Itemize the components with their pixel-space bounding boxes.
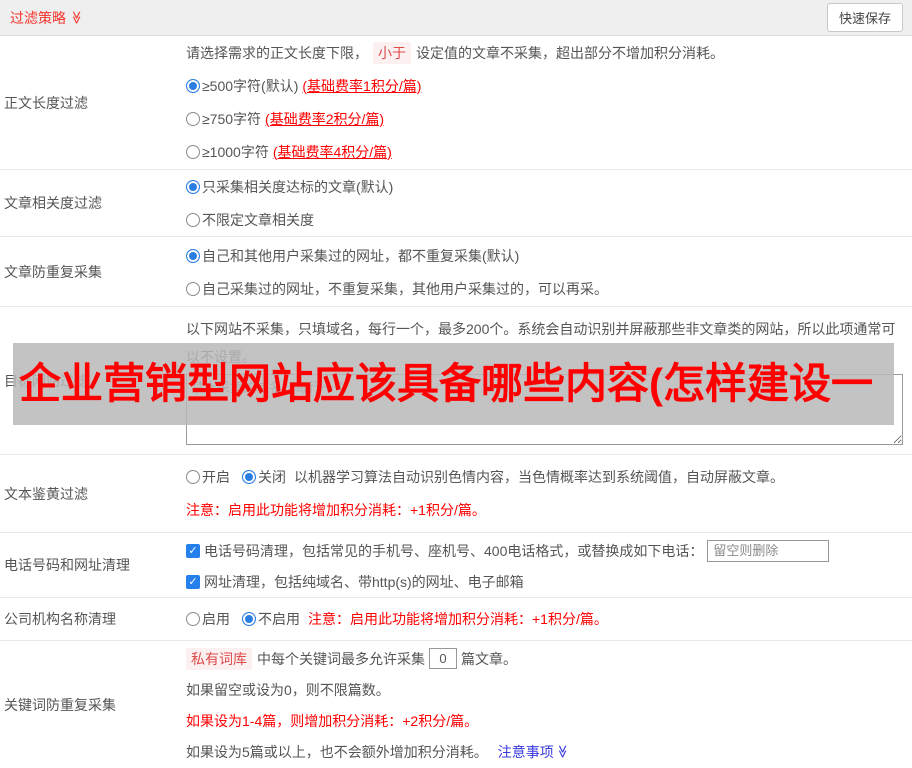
row-phone-url-clean: 电话号码和网址清理 ✓ 电话号码清理，包括常见的手机号、座机号、400电话格式，…	[0, 533, 912, 598]
radio-option-all-users[interactable]: 自己和其他用户采集过的网址，都不重复采集(默认)	[186, 239, 906, 272]
porn-filter-note: 注意：启用此功能将增加积分消耗：+1积分/篇。	[186, 501, 486, 518]
url-clean-checkbox[interactable]: ✓	[186, 574, 200, 589]
radio-label-off: 关闭	[258, 468, 286, 485]
radio-label: ≥1000字符	[202, 143, 269, 160]
row-body-length-filter: 正文长度过滤 请选择需求的正文长度下限， 小于 设定值的文章不采集，超出部分不增…	[0, 36, 912, 170]
row-label: 公司机构名称清理	[4, 611, 116, 627]
notes-link[interactable]: 注意事项 ≫	[498, 742, 570, 762]
radio-option-no-limit[interactable]: 不限定文章相关度	[186, 203, 906, 236]
radio-option-self-only[interactable]: 自己采集过的网址，不重复采集，其他用户采集过的，可以再采。	[186, 272, 906, 305]
chevron-down-icon: ≫	[555, 744, 571, 759]
keyword-count-input[interactable]	[429, 648, 457, 669]
row-content: 请选择需求的正文长度下限， 小于 设定值的文章不采集，超出部分不增加积分消耗。 …	[186, 36, 912, 169]
desc-text: 请选择需求的正文长度下限，	[186, 44, 368, 61]
keyword-note-five-text: 如果设为5篇或以上，也不会额外增加积分消耗。	[186, 743, 488, 760]
keyword-limit-text: 中每个关键词最多允许采集	[257, 650, 425, 667]
page-title-label: 过滤策略	[10, 9, 66, 26]
fee-note: (基础费率1积分/篇)	[302, 77, 422, 94]
radio-icon[interactable]	[242, 469, 256, 484]
row-content: 启用 不启用 注意：启用此功能将增加积分消耗：+1积分/篇。	[186, 598, 912, 640]
less-than-badge: 小于	[373, 41, 411, 64]
row-label: 文本鉴黄过滤	[4, 485, 88, 502]
radio-label: 只采集相关度达标的文章(默认)	[202, 178, 394, 195]
keyword-limit-line: 私有词库 中每个关键词最多允许采集 篇文章。	[186, 643, 906, 674]
radio-label: ≥750字符	[202, 110, 262, 127]
radio-icon[interactable]	[186, 78, 200, 93]
keyword-note-fee: 如果设为1-4篇，则增加积分消耗：+2积分/篇。	[186, 712, 479, 729]
filter-strategy-page: 过滤策略 ≫ 快速保存 正文长度过滤 请选择需求的正文长度下限， 小于 设定值的…	[0, 0, 912, 768]
check-icon: ✓	[188, 576, 198, 588]
phone-clean-checkbox[interactable]: ✓	[186, 543, 200, 558]
radio-icon[interactable]	[186, 144, 200, 159]
row-content: 自己和其他用户采集过的网址，都不重复采集(默认) 自己采集过的网址，不重复采集，…	[186, 237, 912, 306]
radio-icon[interactable]	[186, 248, 200, 263]
radio-label-on: 开启	[202, 468, 230, 485]
radio-label: 自己和其他用户采集过的网址，都不重复采集(默认)	[202, 247, 520, 264]
radio-label-enable: 启用	[202, 611, 230, 627]
keyword-note-five: 如果设为5篇或以上，也不会额外增加积分消耗。 注意事项 ≫	[186, 736, 906, 767]
radio-label-disable: 不启用	[258, 611, 300, 627]
radio-option-1000[interactable]: ≥1000字符 (基础费率4积分/篇)	[186, 135, 906, 168]
check-icon: ✓	[188, 545, 198, 557]
row-content: 只采集相关度达标的文章(默认) 不限定文章相关度	[186, 170, 912, 236]
radio-icon[interactable]	[186, 281, 200, 296]
chevron-down-icon: ≫	[69, 10, 85, 25]
row-porn-filter: 文本鉴黄过滤 开启 关闭 以机器学习算法自动识别色情内容，当色情概率达到系统阈值…	[0, 455, 912, 533]
row-relevance-filter: 文章相关度过滤 只采集相关度达标的文章(默认) 不限定文章相关度	[0, 170, 912, 237]
row-label: 文章防重复采集	[4, 263, 102, 280]
replacement-phone-input[interactable]	[707, 539, 830, 562]
radio-option-500[interactable]: ≥500字符(默认) (基础费率1积分/篇)	[186, 69, 906, 102]
row-label: 关键词防重复采集	[4, 696, 116, 713]
row-label: 目标网站过滤	[4, 372, 88, 389]
radio-label: 不限定文章相关度	[202, 211, 314, 228]
radio-label: ≥500字符(默认)	[202, 77, 299, 94]
row-url-dedupe: 文章防重复采集 自己和其他用户采集过的网址，都不重复采集(默认) 自己采集过的网…	[0, 237, 912, 307]
radio-option-750[interactable]: ≥750字符 (基础费率2积分/篇)	[186, 102, 906, 135]
row-label: 文章相关度过滤	[4, 195, 102, 211]
radio-icon[interactable]	[186, 111, 200, 126]
porn-filter-options: 开启 关闭 以机器学习算法自动识别色情内容，当色情概率达到系统阈值，自动屏蔽文章…	[186, 460, 906, 493]
page-title[interactable]: 过滤策略 ≫	[10, 8, 84, 28]
radio-icon[interactable]	[186, 179, 200, 194]
target-site-description: 以下网站不采集，只填域名，每行一个，最多200个。系统会自动识别并屏蔽那些非文章…	[186, 321, 896, 365]
company-clean-note: 注意：启用此功能将增加积分消耗：+1积分/篇。	[308, 611, 608, 627]
row-content: 以下网站不采集，只填域名，每行一个，最多200个。系统会自动识别并屏蔽那些非文章…	[186, 307, 912, 454]
checkbox-label: 网址清理，包括纯域名、带http(s)的网址、电子邮箱	[204, 573, 524, 590]
topbar: 过滤策略 ≫ 快速保存	[0, 0, 912, 36]
row-target-site-filter: 目标网站过滤 以下网站不采集，只填域名，每行一个，最多200个。系统会自动识别并…	[0, 307, 912, 455]
fee-note: (基础费率2积分/篇)	[265, 110, 385, 127]
blocked-sites-textarea[interactable]	[186, 374, 903, 445]
radio-icon[interactable]	[186, 212, 200, 227]
quick-save-button[interactable]: 快速保存	[826, 3, 903, 32]
private-lexicon-badge: 私有词库	[186, 647, 252, 670]
fee-note: (基础费率4积分/篇)	[272, 143, 392, 160]
radio-label: 自己采集过的网址，不重复采集，其他用户采集过的，可以再采。	[202, 280, 608, 297]
notes-link-label: 注意事项	[497, 743, 554, 760]
radio-option-relevant-only[interactable]: 只采集相关度达标的文章(默认)	[186, 170, 906, 203]
row-content: ✓ 电话号码清理，包括常见的手机号、座机号、400电话格式，或替换成如下电话： …	[186, 533, 912, 597]
checkbox-label: 电话号码清理，包括常见的手机号、座机号、400电话格式，或替换成如下电话：	[204, 542, 704, 559]
keyword-limit-suffix: 篇文章。	[461, 650, 517, 667]
row-keyword-dedupe: 关键词防重复采集 私有词库 中每个关键词最多允许采集 篇文章。 如果留空或设为0…	[0, 641, 912, 768]
url-clean-item: ✓ 网址清理，包括纯域名、带http(s)的网址、电子邮箱	[186, 566, 906, 597]
row-company-clean: 公司机构名称清理 启用 不启用 注意：启用此功能将增加积分消耗：+1积分/篇。	[0, 598, 912, 641]
row-content: 私有词库 中每个关键词最多允许采集 篇文章。 如果留空或设为0，则不限篇数。 如…	[186, 641, 912, 768]
phone-clean-item: ✓ 电话号码清理，包括常见的手机号、座机号、400电话格式，或替换成如下电话：	[186, 535, 906, 566]
row-label: 正文长度过滤	[4, 94, 88, 111]
desc-text: 设定值的文章不采集，超出部分不增加积分消耗。	[416, 44, 724, 61]
row-content: 开启 关闭 以机器学习算法自动识别色情内容，当色情概率达到系统阈值，自动屏蔽文章…	[186, 455, 912, 532]
porn-filter-description: 以机器学习算法自动识别色情内容，当色情概率达到系统阈值，自动屏蔽文章。	[294, 468, 784, 485]
keyword-note-zero: 如果留空或设为0，则不限篇数。	[186, 681, 390, 698]
body-length-description: 请选择需求的正文长度下限， 小于 设定值的文章不采集，超出部分不增加积分消耗。	[186, 36, 906, 69]
radio-icon[interactable]	[242, 612, 256, 626]
radio-icon[interactable]	[186, 469, 200, 484]
radio-icon[interactable]	[186, 612, 200, 626]
row-label: 电话号码和网址清理	[4, 557, 130, 573]
